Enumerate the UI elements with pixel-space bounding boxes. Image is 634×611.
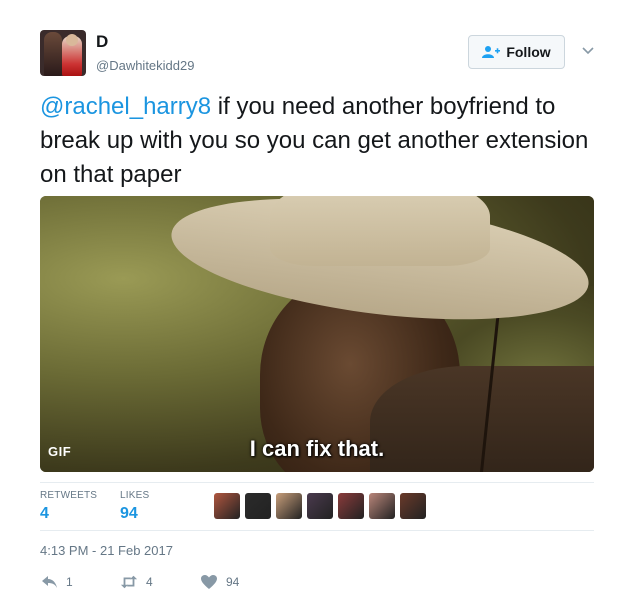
liker-avatar[interactable]	[400, 493, 426, 519]
divider	[40, 482, 594, 483]
likes-count[interactable]: 94	[120, 505, 138, 523]
like-button[interactable]: 94	[200, 574, 239, 590]
retweet-count: 4	[146, 575, 153, 589]
like-count: 94	[226, 575, 240, 589]
reply-button[interactable]: 1	[40, 574, 73, 590]
liker-avatar[interactable]	[214, 493, 240, 519]
liker-avatar[interactable]	[338, 493, 364, 519]
tweet-text: @rachel_harry8 if you need another boyfr…	[40, 90, 600, 192]
gif-media[interactable]: GIF I can fix that.	[40, 196, 594, 472]
liker-avatars	[214, 493, 426, 519]
mention-link[interactable]: @rachel_harry8	[40, 93, 211, 120]
liker-avatar[interactable]	[276, 493, 302, 519]
retweet-button[interactable]: 4	[120, 574, 153, 590]
tweet-timestamp[interactable]: 4:13 PM - 21 Feb 2017	[40, 543, 173, 558]
divider	[40, 530, 594, 531]
retweets-count[interactable]: 4	[40, 505, 49, 523]
user-handle[interactable]: @Dawhitekidd29	[96, 58, 194, 73]
tweet-card: D @Dawhitekidd29 Follow @rachel_harry8 i…	[0, 0, 634, 611]
liker-avatar[interactable]	[245, 493, 271, 519]
retweets-label: RETWEETS	[40, 490, 98, 501]
chevron-down-icon[interactable]	[581, 44, 595, 58]
heart-icon	[201, 575, 217, 589]
follow-button-label: Follow	[506, 44, 551, 60]
reply-count: 1	[66, 575, 73, 589]
gif-caption: I can fix that.	[249, 436, 385, 461]
add-user-icon	[482, 46, 501, 58]
likes-label: LIKES	[120, 490, 150, 501]
liker-avatar[interactable]	[307, 493, 333, 519]
avatar[interactable]	[40, 30, 86, 76]
display-name[interactable]: D	[96, 32, 108, 52]
reply-icon	[42, 576, 57, 588]
retweet-icon	[120, 575, 138, 589]
follow-button[interactable]: Follow	[468, 35, 565, 69]
liker-avatar[interactable]	[369, 493, 395, 519]
